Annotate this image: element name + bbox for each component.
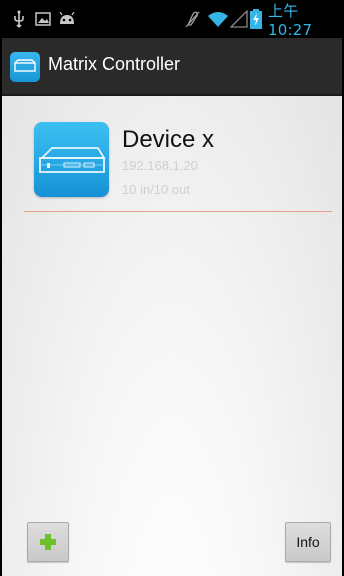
status-clock: 上午 10:27 <box>268 1 313 39</box>
wifi-icon <box>207 0 229 38</box>
action-bar: Matrix Controller <box>2 38 342 96</box>
signal-icon <box>230 0 248 38</box>
list-divider <box>24 211 332 212</box>
status-bar: 上午 10:27 <box>2 0 342 39</box>
device-io-count: 10 in/10 out <box>122 182 190 197</box>
rack-device-icon <box>34 122 109 197</box>
gallery-icon <box>35 0 51 38</box>
device-ip-address: 192.168.1.20 <box>122 158 198 173</box>
list-item-device[interactable]: Device x 192.168.1.20 10 in/10 out <box>2 96 342 212</box>
device-list: Device x 192.168.1.20 10 in/10 out Info <box>2 96 342 576</box>
android-icon <box>58 0 76 38</box>
plus-icon <box>40 534 56 550</box>
usb-icon <box>12 0 26 38</box>
mute-icon <box>183 0 201 38</box>
info-button[interactable]: Info <box>285 522 331 562</box>
battery-icon <box>250 0 262 38</box>
app-title: Matrix Controller <box>48 54 181 74</box>
phone-screen: 上午 10:27 Matrix Controller Device x 192.… <box>2 0 342 576</box>
app-logo-icon[interactable] <box>10 52 40 82</box>
add-device-button[interactable] <box>27 522 69 562</box>
device-name: Device x <box>122 126 215 153</box>
